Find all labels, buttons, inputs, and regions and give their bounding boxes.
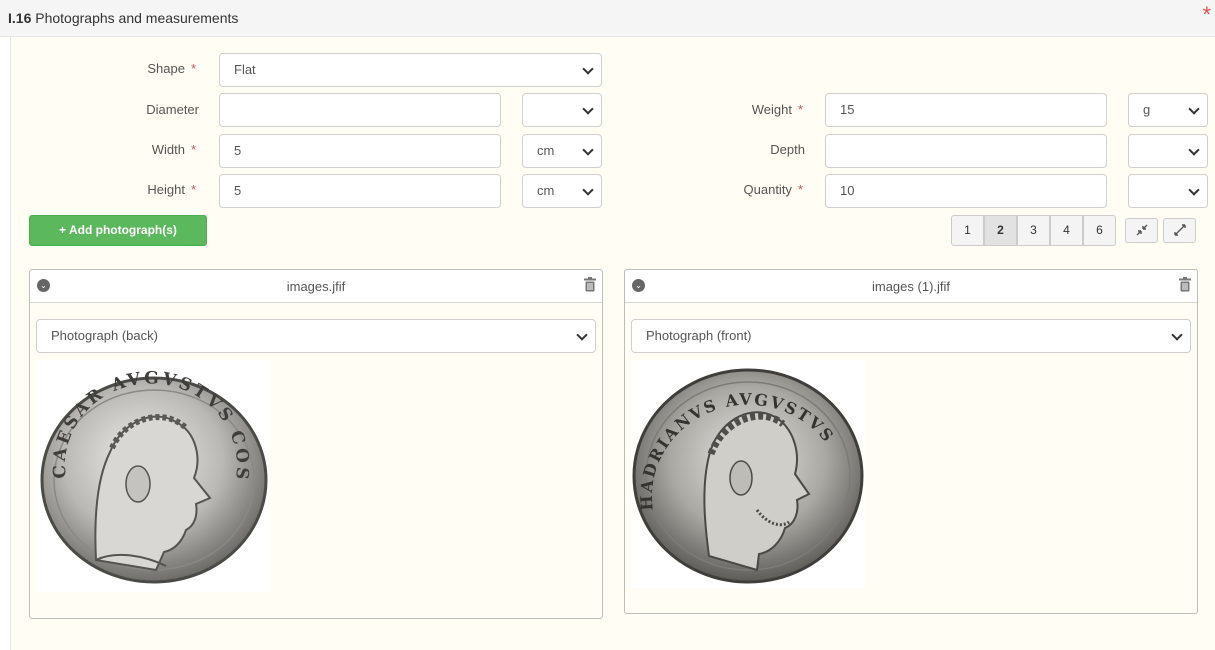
width-unit-value: cm — [537, 143, 555, 158]
add-photographs-button[interactable]: + Add photograph(s) — [29, 215, 207, 246]
required-star-icon: * — [1202, 2, 1211, 27]
section-number: I.16 — [8, 10, 32, 26]
shape-label-text: Shape — [147, 61, 185, 76]
page-button-6[interactable]: 6 — [1083, 215, 1116, 246]
weight-unit-select[interactable]: g — [1128, 93, 1208, 127]
photo-filename: images (1).jfif — [871, 279, 951, 294]
expand-icon[interactable] — [1163, 218, 1196, 243]
section-title-text: Photographs and measurements — [35, 10, 239, 26]
quantity-input[interactable]: 10 — [825, 174, 1107, 208]
photo-card-header: ⌄ images.jfif — [30, 270, 602, 303]
photo-card-1: ⌄ images.jfif Photograph (back) CAESAR A… — [28, 269, 603, 619]
diameter-input[interactable] — [219, 93, 501, 127]
depth-input[interactable] — [825, 134, 1107, 168]
shrink-icon-glyph — [1136, 224, 1147, 236]
weight-label: Weight * — [651, 102, 803, 117]
coin-image: CAESAR AVGVSTVS COS XI — [28, 345, 268, 584]
page-button-1[interactable]: 1 — [951, 215, 984, 246]
plus-icon: + — [59, 223, 67, 237]
photo-card-header: ⌄ images (1).jfif — [625, 270, 1197, 303]
photo-filename: images.jfif — [286, 279, 346, 294]
add-photographs-label: Add photograph(s) — [68, 223, 177, 237]
width-label: Width * — [71, 142, 196, 157]
height-label-text: Height — [147, 182, 185, 197]
width-input[interactable]: 5 — [219, 134, 501, 168]
expand-icon-glyph — [1173, 224, 1186, 236]
diameter-unit-select[interactable] — [522, 93, 602, 127]
quantity-unit-select[interactable] — [1128, 174, 1208, 208]
diameter-label: Diameter — [146, 102, 199, 117]
page-button-3[interactable]: 3 — [1017, 215, 1050, 246]
trash-icon[interactable] — [584, 277, 596, 292]
depth-unit-select[interactable] — [1128, 134, 1208, 168]
required-asterisk: * — [797, 102, 803, 117]
required-asterisk: * — [190, 182, 196, 197]
photo-type-select[interactable]: Photograph (back) — [36, 319, 596, 353]
weight-label-text: Weight — [751, 102, 792, 117]
height-label: Height * — [71, 182, 196, 197]
shape-select[interactable]: Flat — [219, 53, 602, 87]
page-button-2[interactable]: 2 — [984, 215, 1017, 246]
quantity-label-text: Quantity — [743, 182, 792, 197]
section-header: I.16 Photographs and measurements * — [0, 0, 1215, 37]
photo-type-value: Photograph (front) — [646, 328, 752, 343]
shrink-icon[interactable] — [1125, 218, 1158, 243]
shape-label: Shape * — [71, 61, 196, 76]
photo-type-value: Photograph (back) — [51, 328, 158, 343]
coin-image: HADRIANVS AVGVSTVS — [632, 368, 864, 584]
weight-input[interactable]: 15 — [825, 93, 1107, 127]
page-button-4[interactable]: 4 — [1050, 215, 1083, 246]
photo-type-select[interactable]: Photograph (front) — [631, 319, 1191, 353]
required-asterisk: * — [190, 142, 196, 157]
coin-photo-back: CAESAR AVGVSTVS COS XI — [28, 345, 270, 592]
coin-photo-front: HADRIANVS AVGVSTVS — [631, 360, 865, 588]
weight-unit-value: g — [1143, 102, 1151, 117]
required-asterisk: * — [797, 182, 803, 197]
width-label-text: Width — [151, 142, 185, 157]
trash-icon[interactable] — [1179, 277, 1191, 292]
quantity-label: Quantity * — [651, 182, 803, 197]
photo-card-2: ⌄ images (1).jfif Photograph (front) HAD… — [624, 269, 1198, 614]
measurements-panel: Shape * Flat Diameter Width * 5 cm Height *… — [10, 37, 1215, 650]
shape-value: Flat — [234, 62, 256, 77]
width-unit-select[interactable]: cm — [522, 134, 602, 168]
height-unit-value: cm — [537, 183, 555, 198]
height-input[interactable]: 5 — [219, 174, 501, 208]
height-unit-select[interactable]: cm — [522, 174, 602, 208]
required-asterisk: * — [190, 61, 196, 76]
section-title: I.16 Photographs and measurements — [8, 10, 238, 26]
depth-label: Depth — [770, 142, 805, 157]
